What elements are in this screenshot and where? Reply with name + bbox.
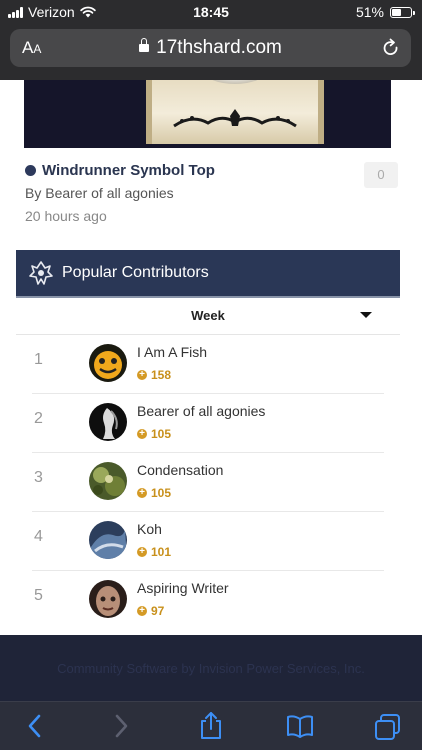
reputation-plus-icon: + xyxy=(137,429,147,439)
rank: 4 xyxy=(34,528,43,545)
tabs-icon[interactable] xyxy=(374,713,402,741)
rank: 5 xyxy=(34,587,43,604)
page-content: Windrunner Symbol Top 0 By Bearer of all… xyxy=(0,80,422,635)
topic-timestamp: 20 hours ago xyxy=(25,208,107,224)
list-item[interactable]: 5 Aspiring Writer + 97 xyxy=(32,571,384,629)
rank: 2 xyxy=(34,410,43,427)
topic-author: By Bearer of all agonies xyxy=(25,185,174,201)
list-item[interactable]: 4 Koh + 101 xyxy=(32,512,384,571)
contributor-name[interactable]: I Am A Fish xyxy=(137,344,207,360)
battery-icon xyxy=(390,6,415,18)
list-item[interactable]: 1 I Am A Fish + 158 xyxy=(32,335,384,394)
reputation: + 101 xyxy=(137,545,171,559)
avatar[interactable] xyxy=(89,344,127,382)
status-bar: Verizon 18:45 51% xyxy=(0,0,422,24)
battery-level xyxy=(392,8,401,16)
reputation-plus-icon: + xyxy=(137,488,147,498)
forward-icon[interactable] xyxy=(112,713,130,739)
contributor-name[interactable]: Bearer of all agonies xyxy=(137,403,265,419)
topic-preview-image[interactable] xyxy=(24,80,391,148)
avatar[interactable] xyxy=(89,403,127,441)
reputation: + 97 xyxy=(137,604,164,618)
widget-header: Popular Contributors xyxy=(16,250,400,298)
browser-chrome: Verizon 18:45 51% AA 17thshard.com xyxy=(0,0,422,80)
lock-icon xyxy=(139,38,150,52)
site-footer: Community Software by Invision Power Ser… xyxy=(0,635,422,701)
topic-title[interactable]: Windrunner Symbol Top xyxy=(42,162,215,179)
rank: 3 xyxy=(34,469,43,486)
reply-count-badge: 0 xyxy=(364,162,398,188)
reputation: + 105 xyxy=(137,486,171,500)
url-text: 17thshard.com xyxy=(156,37,282,58)
reputation-plus-icon: + xyxy=(137,606,147,616)
reputation: + 158 xyxy=(137,368,171,382)
rank: 1 xyxy=(34,351,43,368)
tab-week[interactable]: Week xyxy=(16,308,400,323)
battery-percent: 51% xyxy=(355,4,384,20)
reload-icon[interactable] xyxy=(381,38,401,58)
topic-link[interactable]: Windrunner Symbol Top xyxy=(25,162,215,179)
back-icon[interactable] xyxy=(26,713,44,739)
list-item[interactable]: 3 Condensation + 105 xyxy=(32,453,384,512)
contributor-name[interactable]: Condensation xyxy=(137,462,223,478)
unread-dot-icon xyxy=(25,165,36,176)
reputation: + 105 xyxy=(137,427,171,441)
avatar[interactable] xyxy=(89,462,127,500)
bookmarks-icon[interactable] xyxy=(286,713,314,739)
reputation-plus-icon: + xyxy=(137,370,147,380)
contributor-name[interactable]: Koh xyxy=(137,521,162,537)
avatar[interactable] xyxy=(89,580,127,618)
popular-contributors-widget: Popular Contributors Week 1 I Am A Fish xyxy=(16,250,400,629)
period-selector[interactable]: Week xyxy=(16,298,400,335)
footer-credit-link[interactable]: Community Software by Invision Power Ser… xyxy=(0,661,422,676)
avatar[interactable] xyxy=(89,521,127,559)
site-logo-icon xyxy=(28,260,54,286)
share-icon[interactable] xyxy=(198,711,224,741)
reputation-plus-icon: + xyxy=(137,547,147,557)
widget-title: Popular Contributors xyxy=(62,264,209,281)
address-bar[interactable]: AA 17thshard.com xyxy=(10,29,411,67)
contributor-name[interactable]: Aspiring Writer xyxy=(137,580,229,596)
browser-toolbar xyxy=(0,701,422,750)
dropdown-caret-icon[interactable] xyxy=(360,312,372,318)
contributors-list: 1 I Am A Fish + 158 2 Bearer of all agon… xyxy=(16,335,400,629)
list-item[interactable]: 2 Bearer of all agonies + 105 xyxy=(32,394,384,453)
